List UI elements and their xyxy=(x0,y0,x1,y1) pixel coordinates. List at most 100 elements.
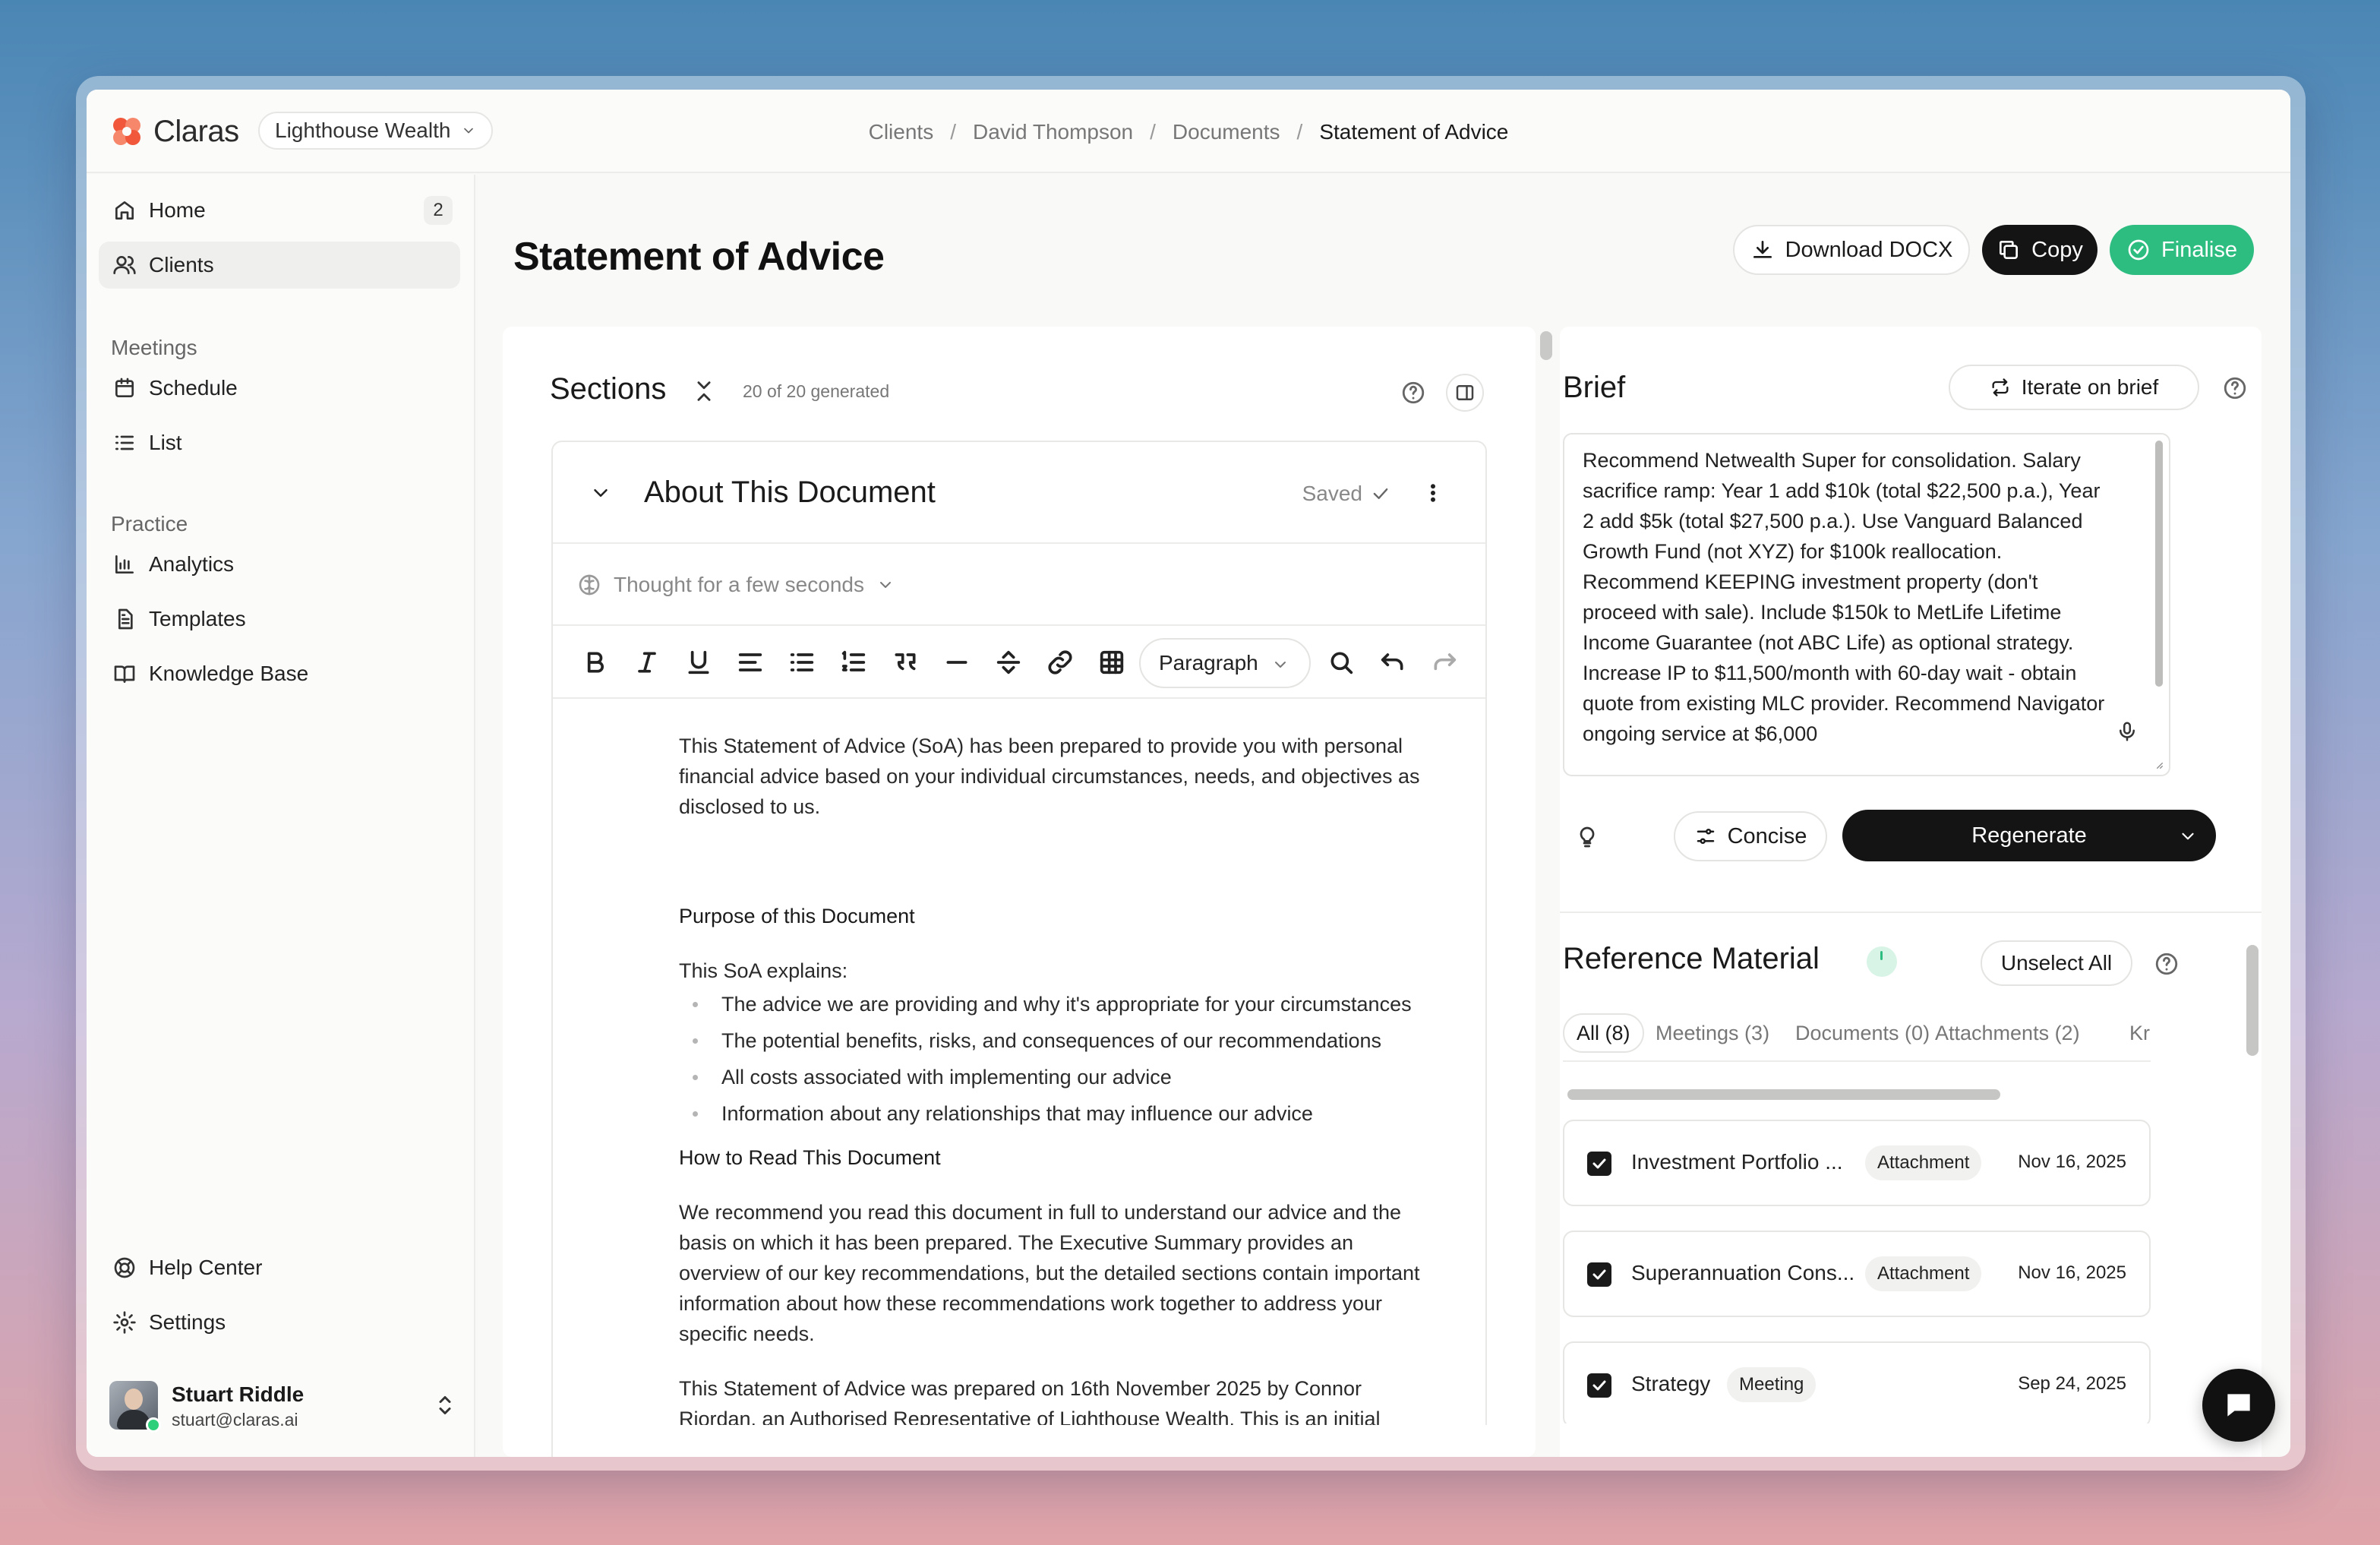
sidebar-item-templates[interactable]: Templates xyxy=(99,596,460,643)
breadcrumb-clients[interactable]: Clients xyxy=(869,120,934,144)
lifebuoy-icon xyxy=(112,1256,137,1280)
purpose-list: The advice we are providing and why it's… xyxy=(679,986,1438,1132)
chat-button[interactable] xyxy=(2202,1369,2275,1442)
reference-item-tag: Meeting xyxy=(1727,1367,1817,1402)
resize-handle-icon[interactable] xyxy=(2152,758,2164,770)
chevron-down-icon[interactable] xyxy=(2178,826,2198,846)
reference-item[interactable]: Strategy Meeting Sep 24, 2025 xyxy=(1563,1341,2151,1428)
table-icon[interactable] xyxy=(1097,647,1127,678)
italic-icon[interactable] xyxy=(632,647,662,678)
bullet-list-icon[interactable] xyxy=(787,647,817,678)
redo-icon[interactable] xyxy=(1429,647,1460,678)
align-left-icon[interactable] xyxy=(735,647,765,678)
concise-button[interactable]: Concise xyxy=(1674,811,1827,861)
prepared-paragraph: This Statement of Advice was prepared on… xyxy=(679,1377,1362,1400)
how-heading: How to Read This Document xyxy=(679,1146,941,1169)
reference-item-date: Sep 24, 2025 xyxy=(2018,1373,2126,1394)
brief-scrollbar[interactable] xyxy=(2155,441,2163,687)
tabs-horizontal-scrollbar[interactable] xyxy=(1567,1089,2000,1100)
breadcrumb-client[interactable]: David Thompson xyxy=(973,120,1133,144)
sidebar-item-help-center[interactable]: Help Center xyxy=(99,1244,460,1291)
copy-button[interactable]: Copy xyxy=(1982,225,2097,275)
horizontal-rule-icon[interactable] xyxy=(942,647,972,678)
lightbulb-icon[interactable] xyxy=(1575,825,1599,849)
reference-item-checkbox[interactable] xyxy=(1587,1262,1611,1287)
collapse-all-icon[interactable] xyxy=(691,378,717,404)
section-header: About This Document Saved xyxy=(553,442,1485,544)
unselect-all-button[interactable]: Unselect All xyxy=(1981,940,2132,986)
sidebar-item-schedule[interactable]: Schedule xyxy=(99,365,460,412)
finalise-label: Finalise xyxy=(2161,237,2237,262)
undo-icon[interactable] xyxy=(1378,647,1408,678)
finalise-button[interactable]: Finalise xyxy=(2110,225,2254,275)
user-menu[interactable]: Stuart Riddle stuart@claras.ai xyxy=(109,1375,459,1436)
toggle-panel-button[interactable] xyxy=(1446,374,1484,412)
reference-item[interactable]: Superannuation Cons... Attachment Nov 16… xyxy=(1563,1231,2151,1317)
search-icon[interactable] xyxy=(1326,647,1356,678)
thought-toggle[interactable]: Thought for a few seconds xyxy=(553,545,1485,626)
top-bar: Claras Lighthouse Wealth Clients / David T… xyxy=(87,90,2290,173)
regenerate-label: Regenerate xyxy=(1971,823,2087,848)
regenerate-button[interactable]: Regenerate xyxy=(1842,810,2216,861)
sections-generated-count: 20 of 20 generated xyxy=(743,381,890,401)
help-icon[interactable] xyxy=(1400,380,1426,406)
chevron-down-icon[interactable] xyxy=(589,482,612,504)
chevron-down-icon xyxy=(1271,656,1289,674)
sidebar-item-list[interactable]: List xyxy=(99,419,460,466)
reference-item-checkbox[interactable] xyxy=(1587,1373,1611,1398)
sidebar-item-label: Settings xyxy=(149,1310,226,1334)
tab-documents[interactable]: Documents (0) xyxy=(1783,1013,1942,1053)
link-icon[interactable] xyxy=(1045,647,1075,678)
check-icon xyxy=(1370,483,1391,504)
sidebar: Home 2 Clients Meetings Schedule List Pr… xyxy=(87,175,475,1457)
underline-icon[interactable] xyxy=(683,647,714,678)
iterate-label: Iterate on brief xyxy=(2021,375,2159,399)
reference-item[interactable]: Investment Portfolio ... Attachment Nov … xyxy=(1563,1120,2151,1206)
numbered-list-icon[interactable] xyxy=(838,647,869,678)
soa-explains-line: This SoA explains: xyxy=(679,959,848,982)
sliders-icon xyxy=(1694,825,1717,848)
brief-text: Recommend Netwealth Super for consolidat… xyxy=(1583,449,2105,745)
reference-scrollbar[interactable] xyxy=(2246,945,2258,1056)
sidebar-panel-icon xyxy=(1454,381,1476,404)
paragraph-style-select[interactable]: Paragraph xyxy=(1139,638,1311,688)
sidebar-item-settings[interactable]: Settings xyxy=(99,1299,460,1346)
tab-all[interactable]: All (8) xyxy=(1563,1013,1644,1053)
more-vertical-icon[interactable] xyxy=(1422,482,1444,504)
sidebar-item-clients[interactable]: Clients xyxy=(99,242,460,289)
microphone-icon[interactable] xyxy=(2116,720,2139,743)
check-icon xyxy=(1590,1155,1608,1173)
help-icon[interactable] xyxy=(2154,951,2180,977)
list-icon xyxy=(112,431,137,455)
download-icon xyxy=(1750,238,1775,262)
breadcrumb-documents[interactable]: Documents xyxy=(1173,120,1280,144)
tab-knowledge[interactable]: Kr xyxy=(2117,1013,2151,1053)
sidebar-group-meetings: Meetings xyxy=(111,336,197,359)
avatar xyxy=(109,1381,161,1433)
home-count-badge: 2 xyxy=(424,196,453,225)
sidebar-item-analytics[interactable]: Analytics xyxy=(99,541,460,588)
reference-material-title: Reference Material xyxy=(1563,942,1820,975)
help-icon[interactable] xyxy=(2222,375,2248,401)
brief-textarea[interactable]: Recommend Netwealth Super for consolidat… xyxy=(1563,433,2170,776)
strikethrough-icon[interactable] xyxy=(993,647,1024,678)
loading-spinner-icon xyxy=(1867,946,1897,977)
tab-meetings[interactable]: Meetings (3) xyxy=(1643,1013,1782,1053)
how-paragraph: We recommend you read this document in f… xyxy=(679,1201,1420,1345)
document-content[interactable]: This Statement of Advice (SoA) has been … xyxy=(679,731,1438,1434)
sidebar-item-knowledge-base[interactable]: Knowledge Base xyxy=(99,650,460,697)
quote-icon[interactable] xyxy=(890,647,920,678)
panel-divider-handle[interactable] xyxy=(1540,331,1552,360)
document-icon xyxy=(112,607,137,631)
purpose-heading: Purpose of this Document xyxy=(679,905,915,927)
tab-attachments[interactable]: Attachments (2) xyxy=(1923,1013,2092,1053)
reference-item-tag: Attachment xyxy=(1865,1256,1982,1291)
bold-icon[interactable] xyxy=(580,647,611,678)
reference-item-checkbox[interactable] xyxy=(1587,1152,1611,1176)
unselect-all-label: Unselect All xyxy=(2000,951,2113,975)
sidebar-item-home[interactable]: Home 2 xyxy=(99,187,460,234)
iterate-on-brief-button[interactable]: Iterate on brief xyxy=(1949,365,2199,410)
check-icon xyxy=(1590,1376,1608,1395)
download-docx-button[interactable]: Download DOCX xyxy=(1733,225,1970,275)
online-status-dot xyxy=(146,1417,161,1433)
